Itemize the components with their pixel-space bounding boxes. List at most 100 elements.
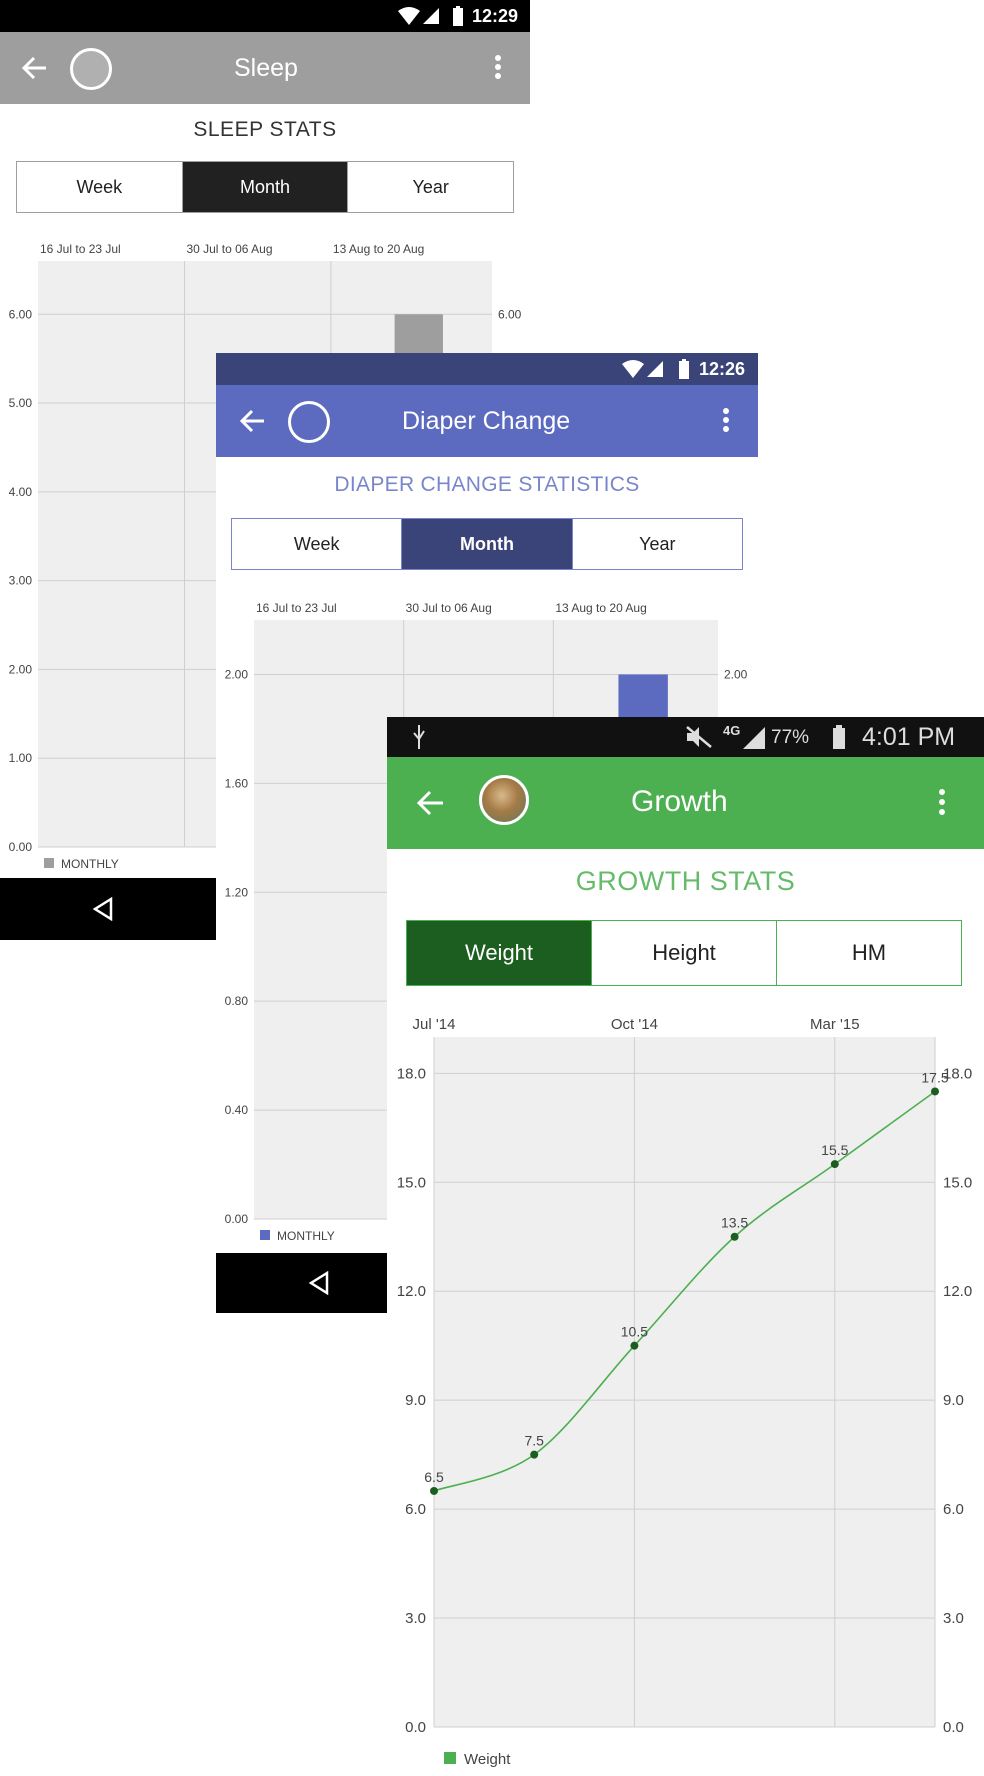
x-tick-label: 30 Jul to 06 Aug [406,601,492,615]
avatar[interactable] [70,48,112,90]
battery-icon [679,359,689,379]
network-label: 4G [723,723,741,738]
legend-swatch [260,1230,270,1240]
overflow-menu-icon[interactable] [722,407,730,433]
x-tick-label: Jul '14 [413,1016,456,1033]
data-point [830,1160,839,1169]
data-label: 7.5 [524,1433,544,1449]
overflow-menu-icon[interactable] [938,788,946,816]
y-tick-label: 1.00 [9,751,33,765]
status-bar: 12:29 [0,0,530,32]
y-tick-label-right: 6.00 [498,307,522,321]
y-tick-label: 2.00 [9,662,33,676]
y-tick-label: 0.40 [225,1103,249,1117]
overflow-menu-icon[interactable] [494,54,502,80]
battery-percent: 77% [771,727,810,748]
tab-year[interactable]: Year [571,519,742,569]
signal-icon [423,8,439,24]
signal-icon [743,727,765,749]
tab-week[interactable]: Week [17,162,183,212]
y-tick-label: 0.00 [9,840,33,854]
app-bar: Sleep [0,32,530,104]
status-time: 4:01 PM [862,723,956,751]
y-tick-label-right: 6.0 [943,1501,964,1518]
app-bar: Growth [387,757,984,849]
back-arrow-icon[interactable] [240,409,266,433]
back-arrow-icon[interactable] [417,790,445,816]
page-title: Growth [631,785,728,818]
page-title: Sleep [234,54,298,82]
data-label: 17.5 [921,1069,948,1085]
stats-heading: GROWTH STATS [575,866,796,896]
y-tick-label-right: 2.00 [724,667,748,681]
signal-icon [647,361,663,377]
avatar[interactable] [288,401,330,443]
legend-label: MONTHLY [277,1229,335,1243]
back-arrow-icon[interactable] [22,56,48,80]
page-title: Diaper Change [402,407,571,435]
y-tick-label: 0.80 [225,994,249,1008]
data-point [931,1087,939,1096]
tab-month[interactable]: Month [182,162,348,212]
y-tick-label: 1.60 [225,776,249,790]
x-tick-label: 16 Jul to 23 Jul [40,242,121,256]
y-tick-label: 3.0 [405,1610,426,1627]
y-tick-label-right: 9.0 [943,1392,964,1409]
tab-weight[interactable]: Weight [407,921,591,985]
measure-tabs: Weight Height HM [406,920,962,986]
data-label: 6.5 [424,1469,444,1485]
x-tick-label: 16 Jul to 23 Jul [256,601,337,615]
legend-swatch [444,1752,456,1764]
data-label: 13.5 [721,1215,748,1231]
status-bar: 12:26 [216,353,758,385]
x-tick-label: 30 Jul to 06 Aug [186,242,272,256]
y-tick-label: 12.0 [397,1283,426,1300]
battery-icon [453,6,463,26]
tab-week[interactable]: Week [232,519,403,569]
nav-back-icon[interactable] [92,897,114,921]
growth-chart: 0.0 0.0 3.0 3.0 6.0 6.0 9.0 9.0 12.0 12.0 15.0 15.0… [397,1016,972,1768]
y-tick-label-right: 3.0 [943,1610,964,1627]
status-time: 12:26 [699,359,746,379]
legend-swatch [44,858,54,868]
tab-year[interactable]: Year [347,162,513,212]
y-tick-label: 15.0 [397,1174,426,1191]
period-tabs: Week Month Year [231,518,743,570]
mute-icon [686,726,712,748]
y-tick-label-right: 0.0 [943,1719,964,1736]
x-tick-label: 13 Aug to 20 Aug [555,601,646,615]
data-label: 10.5 [621,1324,648,1340]
y-tick-label: 5.00 [9,396,33,410]
legend-label: Weight [464,1751,511,1768]
stats-heading: SLEEP STATS [193,118,337,141]
y-tick-label: 4.00 [9,485,33,499]
period-tabs: Week Month Year [16,161,514,213]
data-point [430,1486,438,1495]
avatar[interactable] [479,775,529,825]
x-tick-label: Oct '14 [611,1016,658,1033]
wifi-icon [622,360,644,378]
y-tick-label: 9.0 [405,1392,426,1409]
status-bar: 4G 77% 4:01 PM [387,717,984,757]
y-tick-label: 2.00 [225,667,249,681]
wifi-icon [398,7,420,25]
y-tick-label: 6.0 [405,1501,426,1518]
data-point [530,1450,539,1459]
y-tick-label: 1.20 [225,885,249,899]
data-label: 15.5 [821,1142,848,1158]
y-tick-label: 3.00 [9,574,33,588]
tab-hm[interactable]: HM [776,921,961,985]
nav-back-icon[interactable] [308,1271,330,1295]
data-point [730,1232,739,1241]
y-tick-label: 0.0 [405,1719,426,1736]
y-tick-label-right: 12.0 [943,1283,972,1300]
growth-screen: 4G 77% 4:01 PM Growth GROWTH STATS Weigh… [387,717,984,1776]
usb-icon [413,725,425,749]
stats-heading: DIAPER CHANGE STATISTICS [334,473,640,496]
y-tick-label-right: 15.0 [943,1174,972,1191]
tab-height[interactable]: Height [591,921,776,985]
battery-icon [833,725,845,749]
tab-month[interactable]: Month [402,519,572,569]
legend-label: MONTHLY [61,857,119,871]
data-point [630,1341,639,1350]
